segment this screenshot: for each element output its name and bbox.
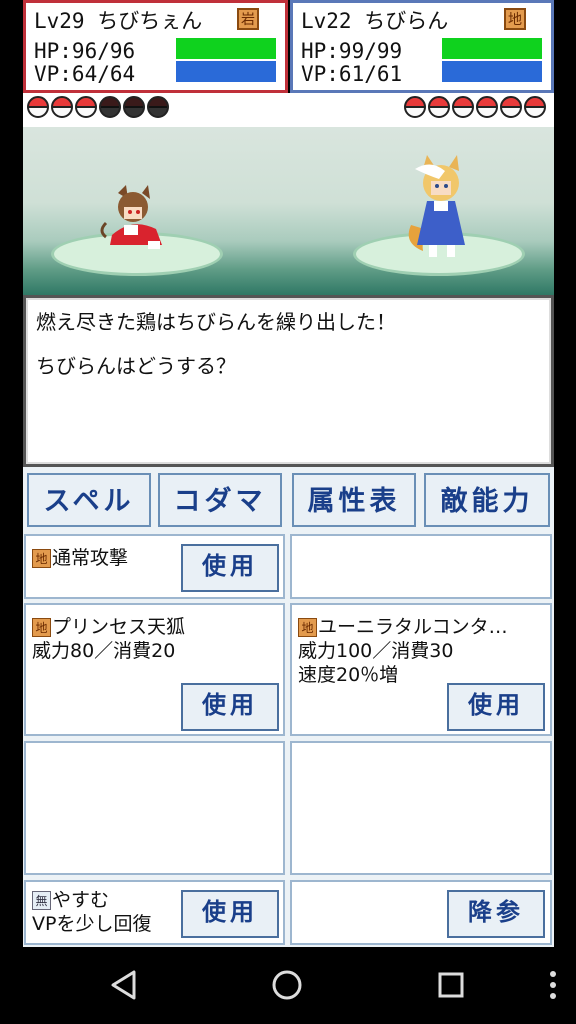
surrender-button[interactable]: 降参: [447, 890, 545, 938]
message-line-2: ちびらんはどうする？: [36, 354, 236, 378]
player-vp-bar: [176, 61, 276, 82]
element-icon: 地: [32, 618, 51, 637]
skill-effect-unilateral: 速度20％増: [298, 664, 399, 686]
player-sprite: [100, 185, 162, 249]
skill-cell-rest: 無やすむ VPを少し回復 使用: [24, 880, 285, 945]
party-ball-icon: [428, 96, 450, 118]
enemy-element-badge: 地: [504, 8, 526, 30]
use-button-unilateral[interactable]: 使用: [447, 683, 545, 731]
player-hp-text: HP:96/96: [34, 39, 136, 63]
player-status-panel: Lv29 ちびちぇん 岩 HP:96/96 VP:64/64: [23, 0, 288, 93]
skill-stats-princess-tenko: 威力80／消費20: [32, 640, 176, 662]
skill-label: ユーニラタルコンタ…: [318, 616, 508, 638]
enemy-name-level: Lv22 ちびらん: [301, 9, 449, 33]
enemy-vp-bar: [442, 61, 542, 82]
enemy-sprite: [408, 155, 465, 257]
skill-cell-empty-1: [290, 534, 552, 599]
enemy-hp-text: HP:99/99: [301, 39, 403, 63]
party-ball-icon: [27, 96, 49, 118]
element-icon: 地: [32, 549, 51, 568]
system-navigation-bar: [0, 947, 576, 1024]
party-ball-icon: [452, 96, 474, 118]
battle-message-box: 燃え尽きた鶏はちびらんを繰り出した！ ちびらんはどうする？: [23, 295, 554, 467]
enemy-status-panel: Lv22 ちびらん 地 HP:99/99 VP:61/61: [290, 0, 554, 93]
skill-cell-empty-2: [24, 741, 285, 875]
party-ball-icon: [147, 96, 169, 118]
skill-cell-empty-3: [290, 741, 552, 875]
skill-stats-unilateral: 威力100／消費30: [298, 640, 454, 662]
element-icon: 地: [298, 618, 317, 637]
tab-enemy-ability[interactable]: 敵能力: [424, 473, 550, 527]
use-button-normal-attack[interactable]: 使用: [181, 544, 279, 592]
skill-label: 通常攻撃: [52, 547, 129, 569]
use-button-princess-tenko[interactable]: 使用: [181, 683, 279, 731]
party-ball-icon: [524, 96, 546, 118]
party-ball-icon: [476, 96, 498, 118]
use-button-rest[interactable]: 使用: [181, 890, 279, 938]
home-icon[interactable]: [271, 969, 303, 1001]
skill-cell-unilateral: 地ユーニラタルコンタ… 威力100／消費30 速度20％増 使用: [290, 603, 552, 736]
enemy-hp-bar: [442, 38, 542, 59]
party-ball-icon: [404, 96, 426, 118]
enemy-vp-text: VP:61/61: [301, 62, 403, 86]
message-line-1: 燃え尽きた鶏はちびらんを繰り出した！: [36, 310, 396, 334]
party-indicator-row: [23, 93, 554, 127]
party-ball-icon: [51, 96, 73, 118]
surrender-cell: 降参: [290, 880, 552, 945]
skill-cell-princess-tenko: 地プリンセス天狐 威力80／消費20 使用: [24, 603, 285, 736]
player-vp-text: VP:64/64: [34, 62, 136, 86]
tab-spell[interactable]: スペル: [27, 473, 151, 527]
back-icon[interactable]: [108, 969, 140, 1001]
element-icon: 無: [32, 891, 51, 910]
party-ball-icon: [75, 96, 97, 118]
tab-attribute-table[interactable]: 属性表: [292, 473, 416, 527]
overflow-menu-icon[interactable]: [546, 969, 560, 1001]
player-element-badge: 岩: [237, 8, 259, 30]
skill-name-rest: 無やすむ: [32, 888, 109, 912]
player-name-level: Lv29 ちびちぇん: [34, 9, 203, 33]
skill-name-princess-tenko: 地プリンセス天狐: [32, 615, 185, 639]
skill-desc-rest: VPを少し回復: [32, 913, 152, 935]
party-ball-icon: [500, 96, 522, 118]
party-ball-icon: [99, 96, 121, 118]
battle-field: [23, 127, 554, 295]
party-ball-icon: [123, 96, 145, 118]
skill-label: プリンセス天狐: [52, 616, 186, 638]
skill-cell-normal-attack: 地通常攻撃 使用: [24, 534, 285, 599]
recents-icon[interactable]: [435, 969, 467, 1001]
skill-name-unilateral: 地ユーニラタルコンタ…: [298, 615, 508, 639]
tab-kodama[interactable]: コダマ: [158, 473, 282, 527]
player-hp-bar: [176, 38, 276, 59]
skill-label: やすむ: [52, 889, 110, 911]
skill-name-normal-attack: 地通常攻撃: [32, 546, 128, 570]
